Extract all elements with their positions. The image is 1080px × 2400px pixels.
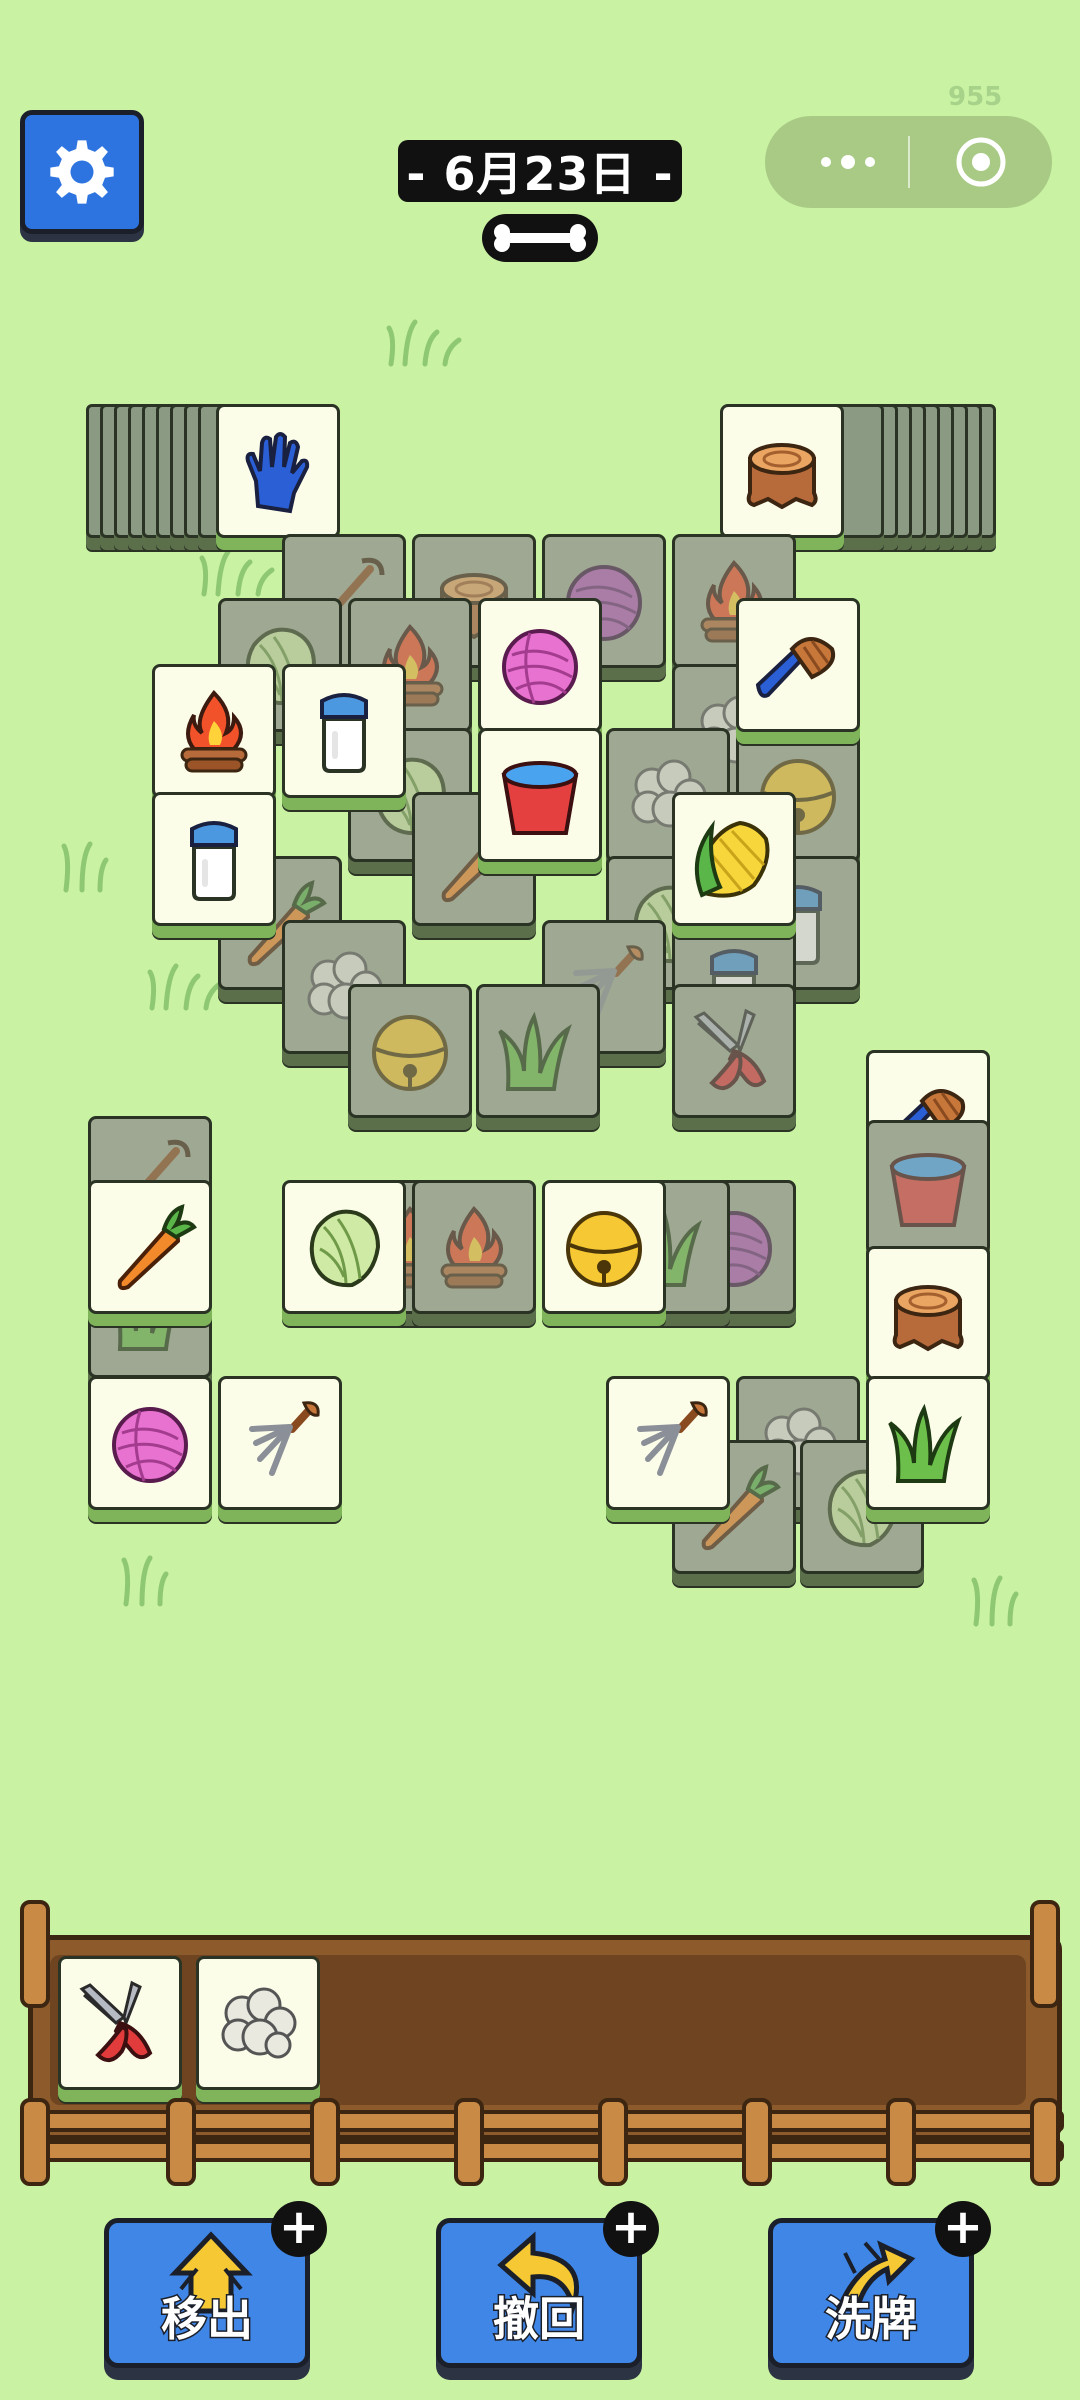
shuffle-label: 洗牌 [824,2291,919,2348]
tile-corn[interactable] [672,792,796,926]
grass-decor-icon [147,963,223,1011]
tile-pitchfork[interactable] [606,1376,730,1510]
target-circle-icon[interactable] [955,136,1007,188]
gear-icon [50,140,114,204]
tile-stump[interactable] [866,1246,990,1380]
grass-icon [488,1001,588,1101]
tile-milk-bottle[interactable] [282,664,406,798]
wool-icon [208,1973,308,2073]
tile-pitchfork[interactable] [218,1376,342,1510]
score-label: 955 [948,82,1003,112]
tile-grass[interactable] [866,1376,990,1510]
brush-icon [748,615,848,715]
grass-decor-icon [121,1555,169,1607]
bucket-icon [490,745,590,845]
bell-icon [360,1001,460,1101]
grass-decor-icon [199,549,275,597]
milk-bottle-icon [294,681,394,781]
cabbage-icon [294,1197,394,1297]
more-dots-icon[interactable] [803,134,893,190]
grass-icon [878,1393,978,1493]
tile-cabbage[interactable] [282,1180,406,1314]
undo-button[interactable]: 撤回 + [436,2201,659,2368]
bone-icon [482,214,598,262]
bell-icon [554,1197,654,1297]
mini-program-capsule [765,116,1052,208]
tile-bucket[interactable] [478,728,602,862]
tile-milk-bottle[interactable] [152,792,276,926]
add-undo-button[interactable]: + [603,2201,659,2257]
settings-button[interactable] [20,110,144,234]
tile-stump[interactable] [720,404,844,538]
tile-brush[interactable] [736,598,860,732]
move-out-button[interactable]: 移出 + [104,2201,327,2368]
pink-yarn-icon [100,1393,200,1493]
shears-icon [684,1001,784,1101]
shears-icon [70,1973,170,2073]
tile-glove[interactable] [216,404,340,538]
tray-tile-wool [196,1956,320,2090]
add-move-out-button[interactable]: + [271,2201,327,2257]
campfire-icon [424,1197,524,1297]
milk-bottle-icon [164,809,264,909]
tile-pink-yarn[interactable] [88,1376,212,1510]
pitchfork-icon [230,1393,330,1493]
campfire-icon [164,681,264,781]
bucket-icon [878,1137,978,1237]
tile-campfire[interactable] [152,664,276,798]
grass-decor-icon [971,1575,1019,1627]
tile-pink-yarn[interactable] [478,598,602,732]
grass-decor-icon [386,319,462,367]
undo-label: 撤回 [492,2291,587,2348]
tile-bell[interactable] [542,1180,666,1314]
tile-shears [672,984,796,1118]
shuffle-button[interactable]: 洗牌 + [768,2201,991,2368]
pink-yarn-icon [490,615,590,715]
date-label: - 6月23日 - [398,140,682,202]
tile-bell [348,984,472,1118]
stump-icon [878,1263,978,1363]
tile-campfire [412,1180,536,1314]
corn-icon [684,809,784,909]
pitchfork-icon [618,1393,718,1493]
glove-icon [228,421,328,521]
grass-decor-icon [61,841,109,893]
tile-carrot[interactable] [88,1180,212,1314]
add-shuffle-button[interactable]: + [935,2201,991,2257]
stump-icon [732,421,832,521]
tray-tile-shears [58,1956,182,2090]
move-out-label: 移出 [160,2291,255,2348]
carrot-icon [100,1197,200,1297]
tile-grass [476,984,600,1118]
tile-bucket [866,1120,990,1254]
